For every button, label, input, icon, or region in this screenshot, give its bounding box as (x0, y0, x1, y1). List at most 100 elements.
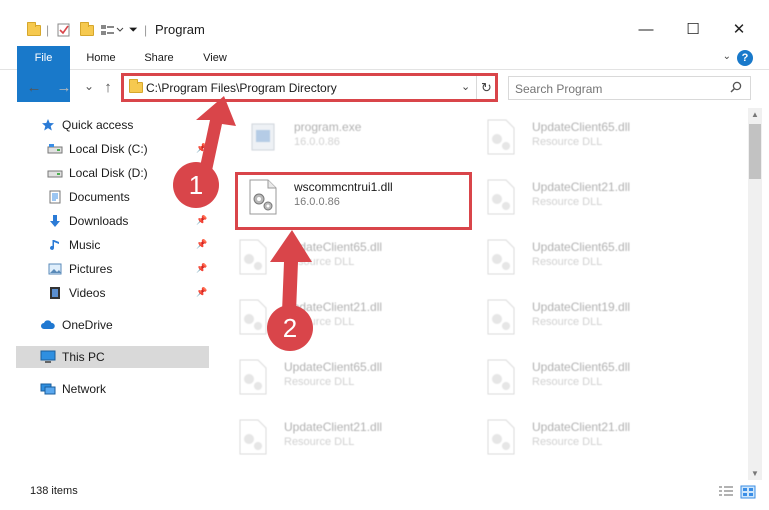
documents-icon (47, 190, 63, 204)
vertical-scrollbar[interactable]: ▲ ▼ (748, 108, 762, 480)
file-item[interactable]: program.exe 16.0.0.86 (224, 108, 454, 164)
sidebar-item-quick-access[interactable]: Quick access (0, 114, 210, 136)
file-list: program.exe 16.0.0.86 wscommcntrui1.dll … (214, 108, 746, 480)
sidebar-item-onedrive[interactable]: OneDrive (0, 314, 210, 336)
scrollbar-thumb[interactable] (749, 124, 761, 179)
file-item[interactable]: UpdateClient65.dll Resource DLL (214, 348, 444, 404)
expand-ribbon-icon[interactable]: ⌄ (723, 51, 731, 62)
file-description: Resource DLL (532, 436, 603, 448)
sidebar-item-label: Local Disk (D:) (69, 166, 148, 180)
sidebar-item-label: Network (62, 382, 107, 396)
file-item[interactable]: UpdateClient65.dll Resource DLL (462, 348, 692, 404)
file-item[interactable]: UpdateClient65.dll Resource DLL (214, 228, 444, 284)
file-item[interactable]: UpdateClient21.dll Resource DLL (462, 408, 692, 464)
file-name: program.exe (294, 120, 362, 134)
large-icons-view-icon[interactable] (740, 485, 756, 499)
sidebar-item-label: Music (69, 238, 101, 252)
dll-file-icon (487, 359, 515, 395)
file-description: Resource DLL (532, 256, 603, 268)
file-item[interactable]: UpdateClient21.dll Resource DLL (462, 168, 692, 224)
file-name: UpdateClient21.dll (284, 420, 383, 434)
search-box[interactable] (508, 76, 751, 100)
pin-icon[interactable]: 📌 (196, 215, 207, 226)
ribbon-tabs: File Home Share View ? ⌄ (0, 46, 769, 102)
file-description: 16.0.0.86 (294, 136, 340, 148)
search-icon[interactable] (730, 81, 742, 93)
videos-icon (47, 286, 63, 300)
pictures-icon (47, 262, 63, 276)
sidebar-item-downloads[interactable]: Downloads 📌 (0, 210, 210, 232)
minimize-button[interactable]: — (623, 14, 669, 44)
star-icon (40, 118, 56, 132)
scroll-down-icon[interactable]: ▼ (748, 469, 762, 478)
file-item[interactable]: UpdateClient65.dll Resource DLL (462, 108, 692, 164)
tab-share[interactable]: Share (136, 46, 182, 70)
customize-toolbar-icon[interactable] (100, 20, 124, 40)
tab-home[interactable]: Home (78, 46, 124, 70)
sidebar-item-local-disk-c[interactable]: Local Disk (C:) 📌 (0, 138, 210, 160)
computer-icon (40, 350, 56, 364)
file-description: Resource DLL (532, 136, 603, 148)
sidebar-item-label: Documents (69, 190, 130, 204)
sidebar-item-music[interactable]: Music 📌 (0, 234, 210, 256)
file-item[interactable]: UpdateClient21.dll Resource DLL (214, 408, 444, 464)
file-name: UpdateClient65.dll (284, 240, 383, 254)
sidebar-item-network[interactable]: Network (0, 378, 210, 400)
file-description: Resource DLL (284, 256, 355, 268)
details-view-icon[interactable] (718, 485, 734, 499)
dll-file-icon (487, 299, 515, 335)
file-description: Resource DLL (284, 436, 355, 448)
title-bar: | ⏷ | Program — ☐ ✕ (0, 0, 769, 46)
music-icon (47, 238, 63, 252)
status-bar: 138 items (0, 480, 769, 510)
exe-file-icon (251, 123, 275, 151)
file-description: Resource DLL (532, 196, 603, 208)
file-highlight-box (235, 172, 472, 230)
search-input[interactable] (515, 80, 725, 97)
drive-icon (47, 166, 63, 180)
tab-view[interactable]: View (192, 46, 238, 70)
drive-icon (47, 142, 63, 156)
close-button[interactable]: ✕ (716, 14, 762, 44)
sidebar-item-videos[interactable]: Videos 📌 (0, 282, 210, 304)
pin-icon[interactable]: 📌 (196, 287, 207, 298)
sidebar-item-this-pc[interactable]: This PC (16, 346, 209, 368)
dll-file-icon (487, 239, 515, 275)
help-icon[interactable]: ? (737, 50, 753, 66)
network-icon (40, 382, 56, 396)
sidebar-item-pictures[interactable]: Pictures 📌 (0, 258, 210, 280)
sidebar-item-label: Videos (69, 286, 106, 300)
file-item[interactable]: UpdateClient65.dll Resource DLL (462, 228, 692, 284)
sidebar-item-label: This PC (62, 350, 105, 364)
pin-icon[interactable]: 📌 (196, 239, 207, 250)
pin-icon[interactable]: 📌 (196, 263, 207, 274)
file-item[interactable]: UpdateClient19.dll Resource DLL (462, 288, 692, 344)
dll-file-icon (487, 179, 515, 215)
properties-icon[interactable] (56, 20, 72, 40)
file-name: UpdateClient21.dll (532, 420, 631, 434)
dll-file-icon (239, 299, 267, 335)
new-folder-icon[interactable] (80, 20, 94, 40)
folder-icon (27, 20, 41, 40)
dll-file-icon (239, 239, 267, 275)
scroll-up-icon[interactable]: ▲ (748, 110, 762, 119)
dll-file-icon (487, 119, 515, 155)
separator: | (144, 23, 148, 37)
recent-locations-button[interactable]: ⌄ (79, 76, 99, 96)
back-button[interactable]: ← (24, 78, 44, 98)
download-icon (47, 214, 63, 228)
pin-icon[interactable]: 📌 (196, 143, 207, 154)
file-description: Resource DLL (532, 316, 603, 328)
quick-access-dropdown-icon[interactable]: ⏷ (129, 20, 138, 40)
forward-button[interactable]: → (54, 78, 74, 98)
sidebar-item-label: Local Disk (C:) (69, 142, 148, 156)
sidebar-item-label: Quick access (62, 118, 134, 132)
file-item[interactable]: UpdateClient21.dll Resource DLL (214, 288, 444, 344)
file-description: Resource DLL (532, 376, 603, 388)
up-button[interactable]: ↑ (98, 78, 118, 98)
file-name: UpdateClient65.dll (532, 360, 631, 374)
step-2-badge: 2 (267, 305, 313, 351)
dll-file-icon (487, 419, 515, 455)
window-title: Program (155, 22, 205, 37)
maximize-button[interactable]: ☐ (670, 14, 716, 44)
